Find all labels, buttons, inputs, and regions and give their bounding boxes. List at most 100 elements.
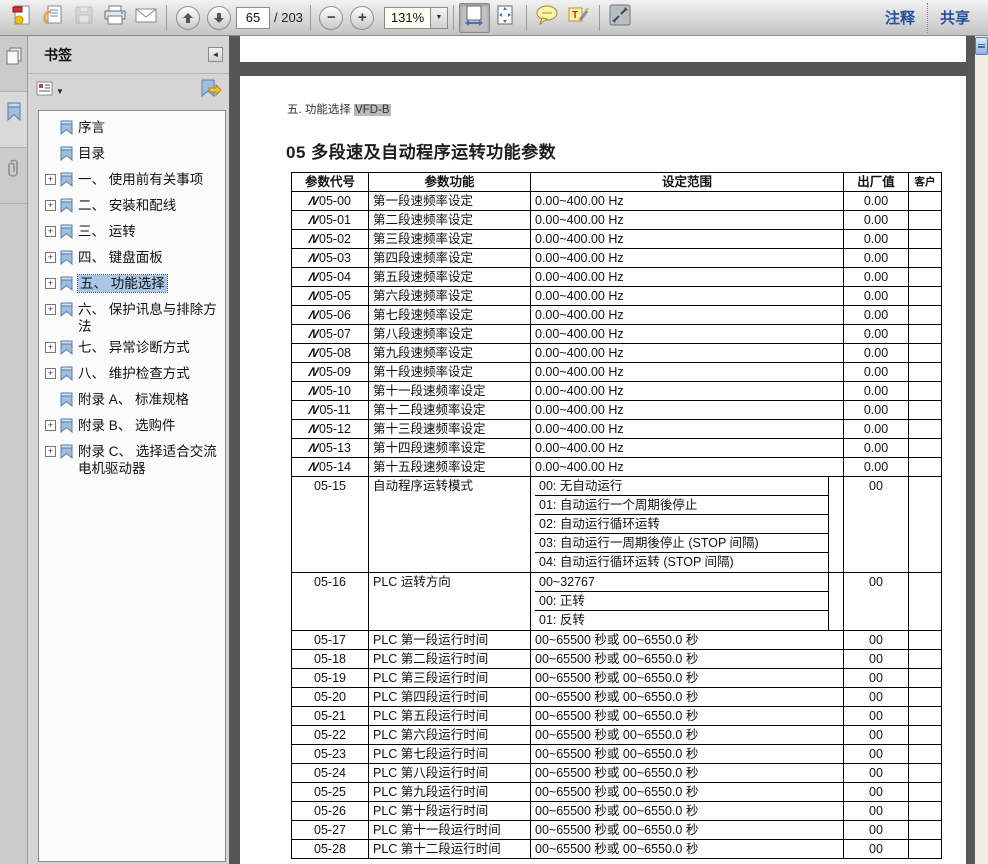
bookmark-label[interactable]: 目录 [78,145,105,162]
pages-panel-tab[interactable] [0,36,27,92]
bookmark-label[interactable]: 七、 异常诊断方式 [78,339,190,356]
param-code-cell: 05-19 [292,669,369,688]
bookmarks-toolbar: ▼ [28,74,229,108]
factory-default-cell: 0.00 [844,458,909,477]
expand-plus-icon[interactable]: + [45,252,56,263]
customer-cell [909,458,942,477]
panel-splitter[interactable] [229,36,240,864]
runtime-settable-flag-icon: N [306,192,321,210]
table-row: 05-22PLC 第六段运行时间00~65500 秒或 00~6550.0 秒0… [292,726,942,745]
option-row: 01: 自动运行一个周期後停止 [535,496,829,515]
bookmark-label[interactable]: 二、 安装和配线 [78,197,176,214]
bookmark-item[interactable]: + 附录 B、 选购件 [43,415,223,441]
expand-plus-icon[interactable]: + [45,200,56,211]
toolbar-separator [526,5,527,31]
vertical-scrollbar[interactable] [975,36,988,864]
bookmark-label[interactable]: 附录 A、 标准规格 [78,391,189,408]
zoom-out-button[interactable]: − [316,3,347,33]
bookmark-item[interactable]: + 三、 运转 [43,221,223,247]
bookmark-label[interactable]: 五、 功能选择 [78,275,167,292]
table-row: N05-07第八段速频率设定0.00~400.00 Hz0.00 [292,325,942,344]
bookmark-item[interactable]: 目录 [43,143,223,169]
bookmark-item[interactable]: + 七、 异常诊断方式 [43,337,223,363]
fit-page-button[interactable] [490,3,521,33]
bookmark-item[interactable]: + 二、 安装和配线 [43,195,223,221]
customer-cell [909,688,942,707]
param-code-cell: N05-14 [292,458,369,477]
setting-range-cell: 00~65500 秒或 00~6550.0 秒 [531,821,844,840]
customer-cell [909,783,942,802]
next-page-button[interactable] [203,3,234,33]
email-button[interactable] [130,3,161,33]
share-link[interactable]: 共享 [928,7,982,28]
previous-page-button[interactable] [172,3,203,33]
scrollbar-thumb[interactable] [975,37,988,55]
param-function-cell: 第十二段速频率设定 [369,401,531,420]
options-menu-button[interactable]: ▼ [36,81,64,101]
bookmark-item[interactable]: + 五、 功能选择 [43,273,223,299]
bookmark-item[interactable]: + 六、 保护讯息与排除方法 [43,299,223,337]
bookmarks-list: 序言目录 + 一、 使用前有关事项 + 二、 安装和配线 + 三、 运转 + 四、 键盘面板 + 五… [38,110,226,862]
comment-link[interactable]: 注释 [873,7,927,28]
expand-plus-icon[interactable]: + [45,174,56,185]
bookmark-label[interactable]: 一、 使用前有关事项 [78,171,203,188]
zoom-level-input[interactable] [384,7,430,29]
comment-button[interactable] [532,3,563,33]
bookmark-label[interactable]: 四、 键盘面板 [78,249,163,266]
bookmark-label[interactable]: 六、 保护讯息与排除方法 [78,301,223,335]
bookmark-label[interactable]: 附录 C、 选择适合交流电机驱动器 [78,443,223,477]
expand-plus-icon[interactable]: + [45,304,56,315]
bookmarks-panel-tab[interactable] [0,92,27,148]
bookmark-flag-icon [60,250,73,271]
bookmark-label[interactable]: 三、 运转 [78,223,136,240]
runtime-settable-flag-icon: N [306,268,321,286]
table-row: 05-18PLC 第二段运行时间00~65500 秒或 00~6550.0 秒0… [292,650,942,669]
setting-range-cell: 0.00~400.00 Hz [531,249,844,268]
param-code-cell: N05-12 [292,420,369,439]
bookmark-label[interactable]: 八、 维护检查方式 [78,365,190,382]
expand-plus-icon[interactable]: + [45,420,56,431]
runtime-settable-flag-icon: N [306,363,321,381]
save-button[interactable] [68,3,99,33]
expand-plus-icon[interactable]: + [45,446,56,457]
factory-default-cell: 0.00 [844,401,909,420]
table-row: N05-05第六段速频率设定0.00~400.00 Hz0.00 [292,287,942,306]
bookmark-item[interactable]: + 八、 维护检查方式 [43,363,223,389]
bookmark-item[interactable]: 序言 [43,117,223,143]
expand-plus-icon[interactable]: + [45,278,56,289]
create-pdf-button[interactable] [6,3,37,33]
zoom-in-button[interactable]: + [347,3,378,33]
setting-range-cell: 00~65500 秒或 00~6550.0 秒 [531,688,844,707]
param-function-cell: 第十段速频率设定 [369,363,531,382]
collapse-panel-button[interactable]: ◄ [208,47,223,62]
bookmark-label[interactable]: 附录 B、 选购件 [78,417,176,434]
print-button[interactable] [99,3,130,33]
zoom-dropdown-button[interactable]: ▼ [430,7,448,29]
customer-cell [909,573,942,631]
param-code-cell: N05-06 [292,306,369,325]
param-code-cell: 05-27 [292,821,369,840]
customer-cell [909,650,942,669]
text-edits-button[interactable]: T [563,3,594,33]
fullscreen-button[interactable] [605,3,636,33]
page-number-input[interactable] [236,7,270,29]
convert-document-button[interactable] [37,3,68,33]
param-code-cell: N05-05 [292,287,369,306]
bookmark-item[interactable]: + 四、 键盘面板 [43,247,223,273]
bookmark-item[interactable]: + 一、 使用前有关事项 [43,169,223,195]
bookmark-item[interactable]: + 附录 C、 选择适合交流电机驱动器 [43,441,223,479]
expand-plus-icon[interactable]: + [45,226,56,237]
param-function-cell: PLC 第九段运行时间 [369,783,531,802]
bookmark-arrow-icon [199,86,221,103]
paperclip-icon [6,158,22,185]
bookmark-label[interactable]: 序言 [78,119,105,136]
fit-width-button[interactable] [459,3,490,33]
parameter-table: 参数代号参数功能设定范围出厂值客户 N05-00第一段速频率设定0.00~400… [291,172,942,859]
expand-plus-icon[interactable]: + [45,342,56,353]
goto-current-bookmark-button[interactable] [199,79,221,104]
bookmark-item[interactable]: 附录 A、 标准规格 [43,389,223,415]
attachments-panel-tab[interactable] [0,148,27,204]
expand-plus-icon[interactable]: + [45,368,56,379]
toolbar-separator [166,5,167,31]
param-function-cell: PLC 第三段运行时间 [369,669,531,688]
